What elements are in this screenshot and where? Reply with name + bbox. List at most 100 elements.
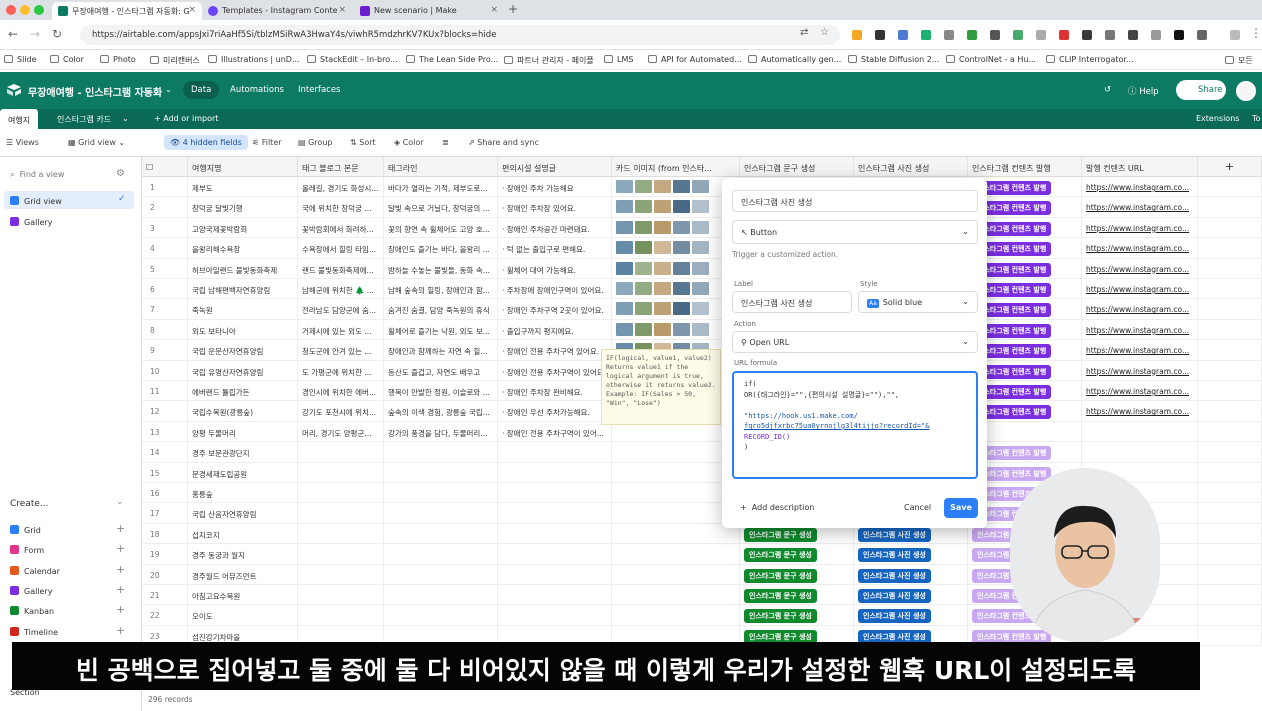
card-image-thumb[interactable] <box>673 200 690 214</box>
column-header[interactable]: 편의시설 설명글 <box>498 157 612 177</box>
create-grid[interactable]: Grid <box>10 525 41 535</box>
tagline-cell[interactable] <box>384 462 498 483</box>
maximize-window-icon[interactable] <box>34 5 44 15</box>
content-url-link[interactable]: https://www.instagram.co... <box>1086 203 1189 212</box>
plus-icon[interactable]: + <box>116 583 125 596</box>
content-url-link[interactable]: https://www.instagram.co... <box>1086 305 1189 314</box>
style-select[interactable]: Aa Solid blue ⌄ <box>858 291 978 313</box>
airtable-logo-icon[interactable] <box>6 83 22 97</box>
column-header[interactable]: 인스타그램 컨텐츠 발행 <box>968 157 1082 177</box>
field-type-select[interactable]: ↖ Button ⌄ <box>732 220 978 244</box>
blog-body-cell[interactable] <box>298 585 384 606</box>
place-name-cell[interactable]: 경주월드 어뮤즈먼트 <box>188 564 298 585</box>
place-name-cell[interactable]: 아침고요수목원 <box>188 585 298 606</box>
facility-cell[interactable]: · 장애인 주차 가능해요 <box>498 177 612 198</box>
blog-body-cell[interactable] <box>298 564 384 585</box>
facility-cell[interactable] <box>498 462 612 483</box>
extensions-button[interactable]: Extensions <box>1196 114 1239 123</box>
card-image-thumb[interactable] <box>692 200 709 214</box>
create-kanban[interactable]: Kanban <box>10 606 54 616</box>
extension-icon[interactable] <box>1174 30 1184 40</box>
blog-body-cell[interactable] <box>298 544 384 565</box>
card-image-thumb[interactable] <box>635 302 652 316</box>
content-url-link[interactable]: https://www.instagram.co... <box>1086 346 1189 355</box>
card-image-thumb[interactable] <box>673 180 690 193</box>
translate-icon[interactable]: ⇄ <box>800 27 808 38</box>
place-name-cell[interactable]: 오이도 <box>188 605 298 626</box>
plus-icon[interactable]: + <box>116 542 125 555</box>
card-image-thumb[interactable] <box>616 261 633 275</box>
facility-cell[interactable] <box>498 503 612 524</box>
bookmark-item[interactable]: Automatically gen... <box>748 55 841 64</box>
extension-icon[interactable] <box>1105 30 1115 40</box>
extension-icon[interactable] <box>875 30 885 40</box>
plus-icon[interactable]: + <box>116 563 125 576</box>
help-button[interactable]: ⓘ Help <box>1128 85 1159 97</box>
content-url-cell[interactable]: https://www.instagram.co... <box>1082 299 1198 320</box>
tagline-cell[interactable]: 밤하늘 수놓는 불빛들, 동화 속... <box>384 258 498 279</box>
extension-icon[interactable] <box>1151 30 1161 40</box>
blog-body-cell[interactable] <box>298 483 384 504</box>
card-image-thumb[interactable] <box>635 241 652 255</box>
tagline-cell[interactable]: 장애인과 함께하는 자연 속 힐... <box>384 340 498 361</box>
new-tab-icon[interactable]: + <box>508 2 518 16</box>
facility-cell[interactable]: · 장애인 우선 주차가능해요. <box>498 401 612 422</box>
tagline-cell[interactable] <box>384 605 498 626</box>
card-image-cell[interactable] <box>612 238 740 259</box>
plus-icon[interactable]: + <box>116 624 125 637</box>
place-name-cell[interactable]: 을왕리해수욕장 <box>188 238 298 259</box>
facility-cell[interactable]: · 장애인 전용 주차구역이 있어... <box>498 421 612 443</box>
generate-photo-button[interactable]: 인스타그램 사진 생성 <box>858 609 931 624</box>
blog-body-cell[interactable]: 전라남도 담양군에 숨... <box>298 299 384 320</box>
card-image-thumb[interactable] <box>673 241 690 255</box>
column-header[interactable]: 카드 이미지 (from 인스타... <box>612 157 740 177</box>
card-image-thumb[interactable] <box>692 322 709 336</box>
column-header[interactable]: 태그 블로그 본문 <box>298 157 384 177</box>
card-image-thumb[interactable] <box>635 220 652 234</box>
card-image-cell[interactable] <box>612 564 740 585</box>
extension-icon[interactable] <box>1082 30 1092 40</box>
extension-icon[interactable] <box>944 30 954 40</box>
place-name-cell[interactable]: 외도 보타니아 <box>188 319 298 341</box>
card-image-cell[interactable] <box>612 585 740 606</box>
generate-text-button[interactable]: 인스타그램 문구 생성 <box>744 548 817 563</box>
card-image-thumb[interactable] <box>616 220 633 234</box>
card-image-thumb[interactable] <box>616 282 633 295</box>
plus-icon[interactable]: + <box>116 603 125 616</box>
label-input[interactable]: 인스타그램 사진 생성 <box>732 291 852 313</box>
place-name-cell[interactable]: 국립수목원(광릉숲) <box>188 401 298 422</box>
content-url-cell[interactable]: https://www.instagram.co... <box>1082 340 1198 361</box>
bookmark-item[interactable]: 파트너 관리자 - 페이플 <box>504 55 594 66</box>
blog-body-cell[interactable]: 남해군에 위치한 🌲 ... <box>298 279 384 300</box>
place-name-cell[interactable]: 죽녹원 <box>188 299 298 320</box>
card-image-thumb[interactable] <box>635 322 652 336</box>
close-tab-icon[interactable]: × <box>188 5 196 15</box>
tagline-cell[interactable]: 등산도 즐겁고, 자연도 배우고 <box>384 360 498 381</box>
tagline-cell[interactable]: 숲속의 이색 경험, 광릉숲 국립... <box>384 401 498 422</box>
blog-body-cell[interactable] <box>298 605 384 626</box>
generate-photo-button[interactable]: 인스타그램 사진 생성 <box>858 527 931 542</box>
place-name-cell[interactable]: 국립 유명산자연휴양림 <box>188 360 298 381</box>
blog-body-cell[interactable]: 강기도 포천시에 위치... <box>298 401 384 422</box>
base-name[interactable]: 무장애여행 - 인스타그램 자동화 <box>28 84 162 99</box>
tagline-cell[interactable] <box>384 503 498 524</box>
content-url-link[interactable]: https://www.instagram.co... <box>1086 265 1189 274</box>
bookmark-item[interactable]: Slide <box>4 55 37 64</box>
place-name-cell[interactable]: 제부도 <box>188 177 298 198</box>
card-image-thumb[interactable] <box>692 302 709 316</box>
card-image-cell[interactable] <box>612 523 740 545</box>
tagline-cell[interactable] <box>384 544 498 565</box>
facility-cell[interactable]: · 휠체어 대여 가능해요. <box>498 258 612 279</box>
tagline-cell[interactable]: 휠체어로 즐기는 낙원, 외도 보... <box>384 319 498 341</box>
gear-icon[interactable]: ⚙ <box>116 168 125 179</box>
facility-cell[interactable] <box>498 605 612 626</box>
facility-cell[interactable] <box>498 585 612 606</box>
card-image-cell[interactable] <box>612 279 740 300</box>
place-name-cell[interactable]: 국립 산음자연휴양림 <box>188 503 298 524</box>
cancel-button[interactable]: Cancel <box>904 503 931 512</box>
close-window-icon[interactable] <box>6 5 16 15</box>
add-description-button[interactable]: + Add description <box>740 503 814 512</box>
bookmark-item[interactable]: CLIP Interrogator... <box>1046 55 1134 64</box>
bookmark-star-icon[interactable]: ☆ <box>820 27 829 38</box>
blog-body-cell[interactable]: 도 가평군에 위치한 ... <box>298 360 384 381</box>
